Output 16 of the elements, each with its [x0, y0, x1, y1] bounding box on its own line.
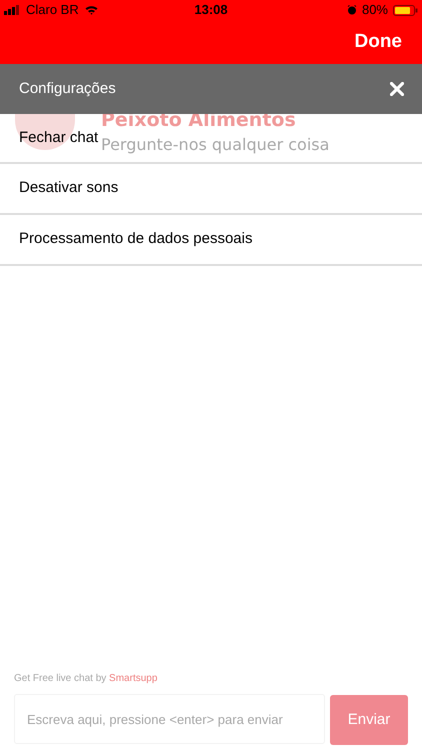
carrier-name: Claro BR [26, 1, 79, 20]
chat-subtitle: Pergunte-nos qualquer coisa [101, 135, 330, 155]
done-button[interactable]: Done [354, 28, 402, 56]
message-input[interactable]: Escreva aqui, pressione <enter> para enviar [14, 694, 325, 744]
settings-title: Configurações [19, 78, 116, 99]
settings-item[interactable]: Desativar sons [19, 177, 118, 200]
alarm-icon [346, 5, 357, 15]
battery-percent: 80% [362, 1, 388, 20]
signal-icon [4, 5, 22, 15]
settings-item[interactable]: Processamento de dados pessoais [19, 228, 252, 251]
close-icon[interactable] [390, 82, 404, 96]
clock-time: 13:08 [194, 1, 228, 20]
settings-item[interactable]: Fechar chat [19, 126, 98, 150]
battery-icon [393, 4, 418, 16]
footer-text: Get Free live chat by [14, 673, 106, 684]
wifi-icon [84, 5, 98, 15]
